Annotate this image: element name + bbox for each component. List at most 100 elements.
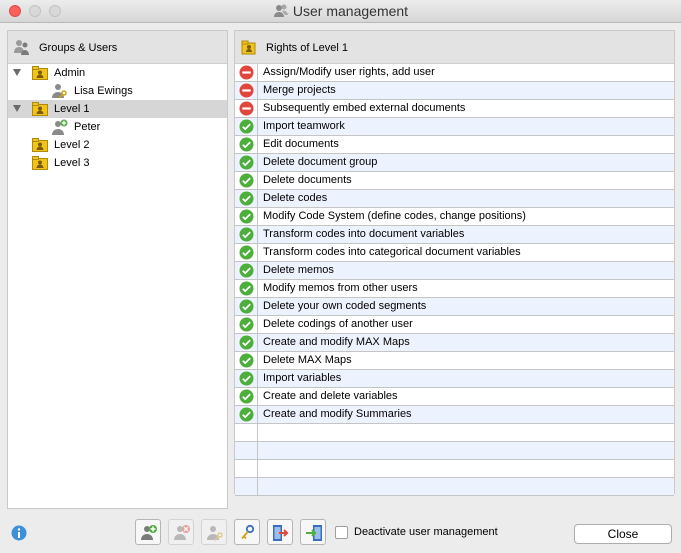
tree-group-row[interactable]: Admin	[8, 64, 227, 82]
right-status-cell[interactable]	[235, 118, 258, 135]
right-row[interactable]: Merge projects	[235, 82, 674, 100]
user-key-icon	[207, 526, 223, 542]
groups-users-tree: Admin Lisa Ewings Level 1 Peter Level 2 Level…	[8, 64, 227, 172]
export-icon	[273, 525, 289, 541]
right-status-cell[interactable]	[235, 190, 258, 207]
right-row[interactable]: Delete document group	[235, 154, 674, 172]
right-label: Modify memos from other users	[263, 282, 418, 294]
right-label: Edit documents	[263, 138, 339, 150]
right-row[interactable]: Subsequently embed external documents	[235, 100, 674, 118]
info-icon[interactable]	[11, 525, 27, 541]
disclosure-triangle-icon[interactable]	[13, 69, 21, 76]
import-button[interactable]	[300, 519, 326, 545]
users-icon	[14, 38, 30, 56]
remove-user-button[interactable]	[168, 519, 194, 545]
right-label: Merge projects	[263, 84, 336, 96]
right-label: Subsequently embed external documents	[263, 102, 466, 114]
right-status-cell[interactable]	[235, 136, 258, 153]
right-status-cell[interactable]	[235, 388, 258, 405]
deactivate-label: Deactivate user management	[354, 526, 498, 538]
right-label: Assign/Modify user rights, add user	[263, 66, 435, 78]
right-label: Delete memos	[263, 264, 334, 276]
right-status-cell[interactable]	[235, 262, 258, 279]
export-button[interactable]	[267, 519, 293, 545]
right-status-cell[interactable]	[235, 208, 258, 225]
tree-item-label: Level 2	[54, 139, 90, 151]
right-row[interactable]: Transform codes into categorical documen…	[235, 244, 674, 262]
right-status-cell[interactable]	[235, 100, 258, 117]
empty-row	[235, 478, 674, 496]
right-status-cell	[235, 460, 258, 477]
right-label: Delete codes	[263, 192, 328, 204]
right-status-cell[interactable]	[235, 244, 258, 261]
disclosure-triangle-icon[interactable]	[13, 105, 21, 112]
tree-item-label: Lisa Ewings	[74, 85, 133, 97]
tree-item-label: Admin	[54, 67, 86, 79]
right-row[interactable]: Delete codes	[235, 190, 674, 208]
rights-panel: Rights of Level 1 Assign/Modify user rig…	[234, 30, 675, 496]
right-status-cell[interactable]	[235, 298, 258, 315]
group-folder-icon	[32, 65, 48, 81]
tree-user-row[interactable]: Peter	[8, 118, 227, 136]
group-folder-icon	[241, 38, 257, 56]
user-icon	[52, 119, 68, 135]
right-status-cell	[235, 442, 258, 459]
right-label: Delete document group	[263, 156, 378, 168]
edit-user-button[interactable]	[201, 519, 227, 545]
right-status-cell[interactable]	[235, 406, 258, 423]
group-folder-icon	[32, 101, 48, 117]
right-row[interactable]: Create and modify Summaries	[235, 406, 674, 424]
change-password-button[interactable]	[234, 519, 260, 545]
right-status-cell[interactable]	[235, 82, 258, 99]
window-title-area: User management	[0, 3, 681, 19]
tree-group-row[interactable]: Level 3	[8, 154, 227, 172]
add-user-button[interactable]	[135, 519, 161, 545]
right-row[interactable]: Delete documents	[235, 172, 674, 190]
tree-item-label: Level 1	[54, 103, 90, 115]
right-status-cell[interactable]	[235, 334, 258, 351]
key-icon	[241, 524, 255, 540]
user-key-icon	[52, 83, 68, 99]
right-row[interactable]: Import teamwork	[235, 118, 674, 136]
tree-item-label: Level 3	[54, 157, 90, 169]
right-status-cell[interactable]	[235, 352, 258, 369]
tree-user-row[interactable]: Lisa Ewings	[8, 82, 227, 100]
right-label: Delete MAX Maps	[263, 354, 352, 366]
right-label: Modify Code System (define codes, change…	[263, 210, 526, 222]
import-icon	[306, 525, 322, 541]
right-status-cell[interactable]	[235, 280, 258, 297]
right-status-cell[interactable]	[235, 316, 258, 333]
right-status-cell[interactable]	[235, 370, 258, 387]
deactivate-checkbox[interactable]	[335, 526, 348, 539]
right-row[interactable]: Import variables	[235, 370, 674, 388]
group-folder-icon	[32, 155, 48, 171]
right-row[interactable]: Edit documents	[235, 136, 674, 154]
window-title: User management	[292, 3, 409, 19]
right-label: Delete documents	[263, 174, 352, 186]
right-status-cell[interactable]	[235, 172, 258, 189]
empty-row	[235, 460, 674, 478]
right-row[interactable]: Delete your own coded segments	[235, 298, 674, 316]
tree-item-label: Peter	[74, 121, 101, 133]
right-row[interactable]: Delete memos	[235, 262, 674, 280]
right-status-cell[interactable]	[235, 64, 258, 81]
right-row[interactable]: Create and delete variables	[235, 388, 674, 406]
groups-users-header: Groups & Users	[8, 31, 227, 64]
right-status-cell[interactable]	[235, 154, 258, 171]
tree-group-row[interactable]: Level 1	[8, 100, 227, 118]
right-status-cell	[235, 478, 258, 495]
right-row[interactable]: Assign/Modify user rights, add user	[235, 64, 674, 82]
close-button[interactable]: Close	[574, 524, 672, 544]
right-label: Create and delete variables	[263, 390, 398, 402]
right-status-cell[interactable]	[235, 226, 258, 243]
right-row[interactable]: Create and modify MAX Maps	[235, 334, 674, 352]
right-label: Import teamwork	[263, 120, 345, 132]
right-row[interactable]: Transform codes into document variables	[235, 226, 674, 244]
right-row[interactable]: Delete MAX Maps	[235, 352, 674, 370]
right-row[interactable]: Modify Code System (define codes, change…	[235, 208, 674, 226]
tree-group-row[interactable]: Level 2	[8, 136, 227, 154]
right-row[interactable]: Modify memos from other users	[235, 280, 674, 298]
right-row[interactable]: Delete codings of another user	[235, 316, 674, 334]
rights-title: Rights of Level 1	[266, 42, 348, 54]
right-label: Delete codings of another user	[263, 318, 413, 330]
